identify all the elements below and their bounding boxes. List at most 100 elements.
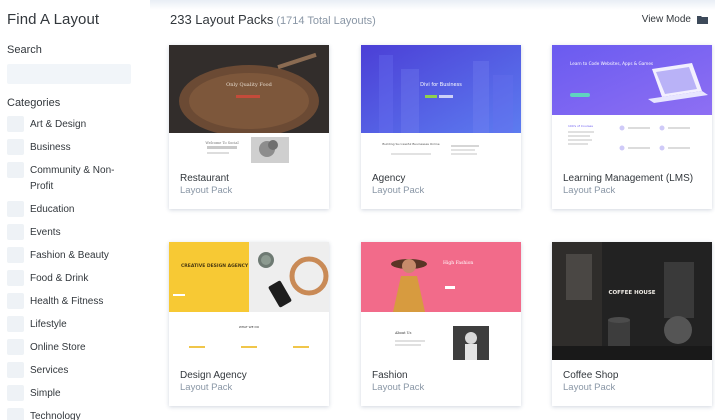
category-checkbox[interactable] [7,201,24,217]
category-label: Health & Fitness [30,296,104,307]
lms-preview-headline: Learn to Code Websites, Apps & Games [570,61,653,66]
category-label: Fashion & Beauty [30,250,109,261]
agency-preview-image: Divi for Business Building Successful Bu… [361,45,521,163]
layout-pack-thumbnail: Divi for Business Building Successful Bu… [361,45,521,163]
category-item-lifestyle[interactable]: Lifestyle [7,316,147,333]
category-checkbox[interactable] [7,224,24,240]
layout-pack-card-restaurant[interactable]: Only Quality Food Welcome To Social Rest… [169,45,329,213]
layout-pack-thumbnail: High Fashion About Us [361,242,521,360]
category-label: Technology [30,411,81,420]
layout-pack-card-fashion[interactable]: High Fashion About Us Fashion Layout Pac… [361,242,521,410]
category-label: Community & Non-Profit [30,165,115,192]
category-item-simple[interactable]: Simple [7,385,147,402]
layout-pack-card-lms[interactable]: Learn to Code Websites, Apps & Games 100… [552,45,712,213]
layout-pack-type: Layout Pack [563,185,616,196]
layout-pack-thumbnail: CREATIVE DESIGN AGENCY WHAT WE DO [169,242,329,360]
agency-preview-subheading: Building Successful Businesses Online [382,142,439,146]
design-agency-preview-subheading: WHAT WE DO [239,325,260,329]
folder-icon [697,16,708,24]
category-item-community[interactable]: Community & Non-Profit [7,162,147,195]
header-shadow [150,0,715,10]
category-label: Events [30,227,61,238]
layout-pack-type: Layout Pack [372,382,425,393]
category-checkbox[interactable] [7,139,24,155]
layout-pack-name: Fashion [372,370,408,381]
coffee-shop-preview-image: COFFEE HOUSE [552,242,712,360]
category-label: Education [30,204,75,215]
packs-total-count: (1714 Total Layouts) [276,15,376,27]
fashion-preview-subheading: About Us [394,331,412,335]
category-item-art-design[interactable]: Art & Design [7,116,147,133]
layout-pack-card-design-agency[interactable]: CREATIVE DESIGN AGENCY WHAT WE DO Design… [169,242,329,410]
layout-pack-thumbnail: COFFEE HOUSE [552,242,712,360]
packs-title: 233 Layout Packs [170,12,274,27]
category-item-food-drink[interactable]: Food & Drink [7,270,147,287]
category-checkbox[interactable] [7,339,24,355]
design-agency-preview-image: CREATIVE DESIGN AGENCY WHAT WE DO [169,242,329,360]
layout-pack-name: Learning Management (LMS) [563,173,694,184]
layout-pack-name: Agency [372,173,406,184]
design-agency-preview-headline: CREATIVE DESIGN AGENCY [181,263,249,269]
layout-grid-area: 233 Layout Packs (1714 Total Layouts) Vie… [150,0,715,420]
category-checkbox[interactable] [7,270,24,286]
category-checkbox[interactable] [7,293,24,309]
restaurant-preview-headline: Only Quality Food [226,82,272,88]
category-checkbox[interactable] [7,247,24,263]
packs-heading: 233 Layout Packs (1714 Total Layouts) [170,12,376,27]
layout-pack-card-coffee-shop[interactable]: COFFEE HOUSE Coffee Shop Layout Pack [552,242,712,410]
layout-pack-type: Layout Pack [563,382,616,393]
category-label: Lifestyle [30,319,67,330]
layout-pack-meta: Design Agency Layout Pack [169,360,329,406]
layout-pack-card-agency[interactable]: Divi for Business Building Successful Bu… [361,45,521,213]
category-label: Services [30,365,69,376]
category-item-events[interactable]: Events [7,224,147,241]
restaurant-preview-subheading: Welcome To Social [205,141,239,145]
category-item-services[interactable]: Services [7,362,147,379]
categories-label: Categories [7,97,61,109]
category-checkbox[interactable] [7,385,24,401]
category-item-technology[interactable]: Technology [7,408,147,420]
category-checkbox[interactable] [7,116,24,132]
layout-pack-meta: Restaurant Layout Pack [169,163,329,209]
category-item-health-fitness[interactable]: Health & Fitness [7,293,147,310]
coffee-shop-preview-headline: COFFEE HOUSE [608,290,655,296]
fashion-preview-headline: High Fashion [443,260,473,266]
layout-pack-name: Coffee Shop [563,370,619,381]
lms-preview-subheading: 100's of Courses [568,124,593,128]
restaurant-preview-image: Only Quality Food Welcome To Social [169,45,329,163]
category-label: Business [30,142,71,153]
category-label: Art & Design [30,119,87,130]
layout-pack-type: Layout Pack [180,185,233,196]
category-label: Food & Drink [30,273,89,284]
layout-pack-type: Layout Pack [180,382,233,393]
category-checkbox[interactable] [7,408,24,420]
search-label: Search [7,44,42,56]
category-label: Online Store [30,342,86,353]
fashion-preview-image: High Fashion About Us [361,242,521,360]
search-input[interactable] [7,64,131,84]
category-list: Art & Design Business Community & Non-Pr… [7,116,147,420]
layout-pack-thumbnail: Only Quality Food Welcome To Social [169,45,329,163]
lms-preview-image: Learn to Code Websites, Apps & Games 100… [552,45,712,163]
layout-pack-meta: Agency Layout Pack [361,163,521,209]
category-item-fashion-beauty[interactable]: Fashion & Beauty [7,247,147,264]
category-item-education[interactable]: Education [7,201,147,218]
layout-pack-type: Layout Pack [372,185,425,196]
layout-pack-thumbnail: Learn to Code Websites, Apps & Games 100… [552,45,712,163]
view-mode-label: View Mode [641,14,691,25]
category-item-online-store[interactable]: Online Store [7,339,147,356]
layout-pack-meta: Coffee Shop Layout Pack [552,360,712,406]
category-checkbox[interactable] [7,162,24,178]
layout-pack-meta: Fashion Layout Pack [361,360,521,406]
agency-preview-headline: Divi for Business [420,82,462,88]
layout-pack-name: Restaurant [180,173,229,184]
view-mode-toggle[interactable]: View Mode [642,14,708,25]
sidebar-title: Find A Layout [7,11,100,28]
category-checkbox[interactable] [7,362,24,378]
layout-pack-name: Design Agency [180,370,247,381]
filter-sidebar: Find A Layout Search Categories Art & De… [0,0,150,420]
category-label: Simple [30,388,61,399]
layout-pack-meta: Learning Management (LMS) Layout Pack [552,163,712,209]
category-checkbox[interactable] [7,316,24,332]
category-item-business[interactable]: Business [7,139,147,156]
